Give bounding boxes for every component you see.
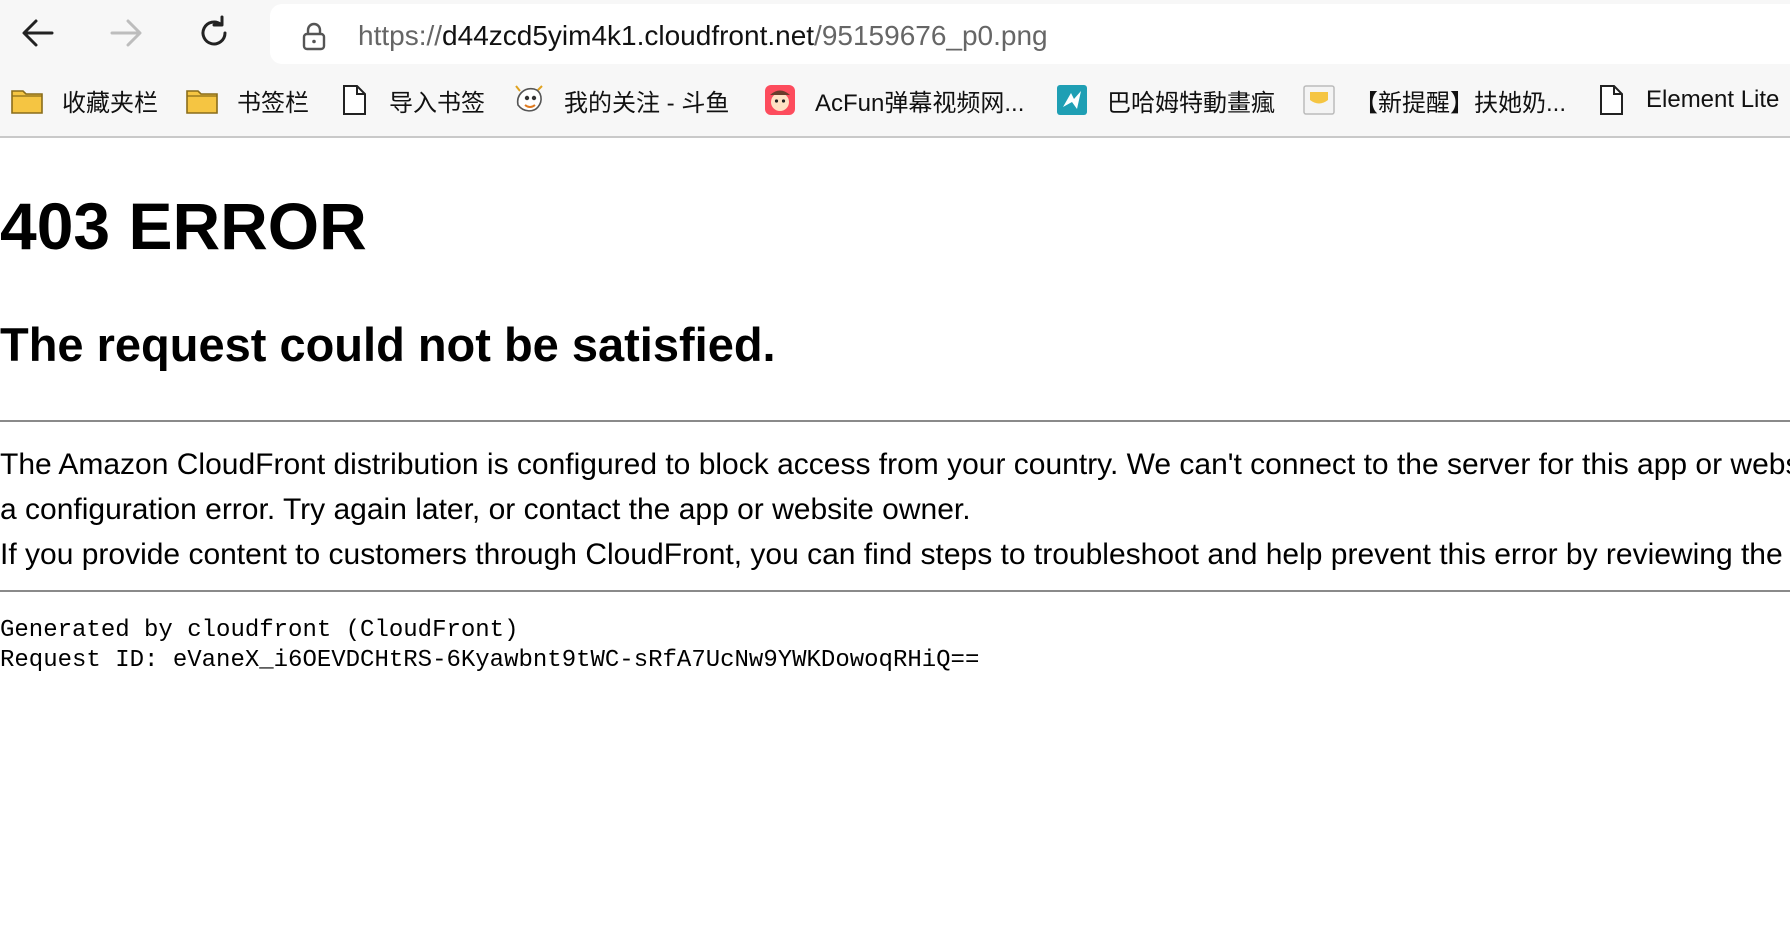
browser-toolbar: https://d44zcd5yim4k1.cloudfront.net/951… bbox=[0, 0, 1790, 66]
page-icon bbox=[1600, 85, 1623, 115]
bookmark-bookmarks-bar[interactable]: 书签栏 bbox=[185, 82, 309, 118]
back-button[interactable] bbox=[14, 11, 62, 55]
error-title: 403 ERROR bbox=[0, 189, 367, 263]
bookmark-label: 我的关注 - 斗鱼 bbox=[564, 89, 730, 117]
bookmark-label: 收藏夹栏 bbox=[62, 89, 158, 117]
error-message: The Amazon CloudFront distribution is co… bbox=[0, 442, 1790, 577]
bookmark-reminder[interactable]: 【新提醒】扶她奶... bbox=[1302, 82, 1566, 118]
message-line-2: a configuration error. Try again later, … bbox=[0, 493, 971, 526]
request-id: Request ID: eVaneX_i6OEVDCHtRS-6Kyawbnt9… bbox=[0, 647, 980, 674]
message-line-1: The Amazon CloudFront distribution is co… bbox=[0, 448, 1790, 481]
footer-details: Generated by cloudfront (CloudFront) Req… bbox=[0, 616, 979, 676]
bookmark-douyu[interactable]: 我的关注 - 斗鱼 bbox=[512, 82, 729, 118]
generated-by: Generated by cloudfront (CloudFront) bbox=[0, 617, 519, 644]
url-text[interactable]: https://d44zcd5yim4k1.cloudfront.net/951… bbox=[358, 19, 1048, 53]
url-path: /95159676_p0.png bbox=[814, 20, 1048, 51]
bookmark-label: 【新提醒】扶她奶... bbox=[1354, 89, 1567, 117]
reload-icon bbox=[201, 15, 227, 46]
bookmark-label: 巴哈姆特動畫瘋 bbox=[1107, 89, 1275, 117]
url-scheme: https:// bbox=[358, 20, 443, 51]
douyu-icon bbox=[515, 85, 543, 112]
lock-icon[interactable] bbox=[300, 21, 328, 51]
bookmark-favorites-bar[interactable]: 收藏夹栏 bbox=[10, 82, 158, 118]
url-host: d44zcd5yim4k1.cloudfront.net bbox=[442, 20, 815, 51]
arrow-right-icon bbox=[110, 19, 142, 47]
bookmark-label: 书签栏 bbox=[237, 89, 309, 117]
folder-icon bbox=[11, 90, 43, 114]
page-icon bbox=[343, 85, 366, 115]
bookmark-label: 导入书签 bbox=[389, 89, 485, 117]
arrow-left-icon bbox=[22, 19, 54, 47]
acfun-icon bbox=[765, 85, 795, 115]
bookmark-import[interactable]: 导入书签 bbox=[337, 82, 485, 118]
reload-button[interactable] bbox=[190, 11, 238, 55]
bookmark-acfun[interactable]: AcFun弹幕视频网... bbox=[763, 82, 1024, 118]
message-line-3: If you provide content to customers thro… bbox=[0, 538, 1790, 571]
error-subtitle: The request could not be satisfied. bbox=[0, 318, 776, 371]
site-icon bbox=[1303, 85, 1335, 115]
folder-icon bbox=[186, 90, 218, 114]
bookmark-label: Element Lite bbox=[1646, 86, 1780, 113]
forward-button[interactable] bbox=[102, 11, 150, 55]
bookmark-bahamut[interactable]: 巴哈姆特動畫瘋 bbox=[1055, 82, 1275, 118]
address-bar[interactable]: https://d44zcd5yim4k1.cloudfront.net/951… bbox=[270, 4, 1790, 64]
bahamut-icon bbox=[1057, 85, 1087, 115]
divider-bottom bbox=[0, 590, 1790, 592]
bookmark-label: AcFun弹幕视频网... bbox=[815, 89, 1025, 117]
divider-top bbox=[0, 420, 1790, 422]
bookmark-element-lite[interactable]: Element Lite bbox=[1594, 82, 1779, 118]
bookmarks-bar: 收藏夹栏 书签栏 导入书签 我的关注 - 斗鱼 AcFun弹幕视频网... 巴哈… bbox=[0, 66, 1790, 138]
